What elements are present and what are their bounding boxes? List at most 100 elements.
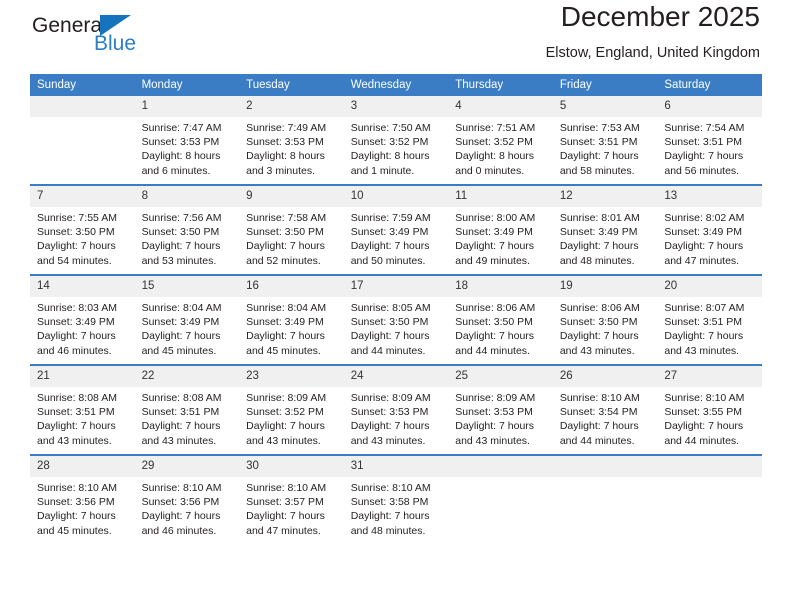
- day-number: 3: [343, 96, 449, 117]
- sunrise-text: Sunrise: 8:10 AM: [350, 482, 431, 494]
- daylight-text: Daylight: 7 hours and 43 minutes.: [37, 420, 116, 447]
- calendar-day-cell-18[interactable]: 18 Sunrise: 8:06 AM Sunset: 3:50 PM Dayligh…: [448, 274, 553, 365]
- page-title: December 2025: [560, 1, 760, 32]
- sunrise-text: Sunrise: 8:01 AM: [559, 212, 640, 224]
- calendar-day-cell-13[interactable]: 13 Sunrise: 8:02 AM Sunset: 3:49 PM Dayligh…: [657, 184, 762, 275]
- calendar-day-cell-27[interactable]: 27 Sunrise: 8:10 AM Sunset: 3:55 PM Dayligh…: [657, 364, 762, 455]
- calendar-week-row: 14 Sunrise: 8:03 AM Sunset: 3:49 PM Dayligh…: [30, 274, 762, 365]
- sunrise-text: Sunrise: 8:02 AM: [664, 212, 745, 224]
- sunrise-text: Sunrise: 7:58 AM: [246, 212, 327, 224]
- sunset-text: Sunset: 3:49 PM: [246, 316, 324, 329]
- daylight-text: Daylight: 7 hours and 43 minutes.: [664, 330, 744, 357]
- day-number: [657, 456, 762, 477]
- calendar-day-cell-7[interactable]: 7 Sunrise: 7:55 AM Sunset: 3:50 PM Daylight…: [30, 184, 135, 275]
- calendar-day-cell-28[interactable]: 28 Sunrise: 8:10 AM Sunset: 3:56 PM Dayligh…: [30, 454, 135, 544]
- day-details: Sunrise: 8:10 AM Sunset: 3:58 PM Daylight:…: [344, 477, 449, 538]
- sunrise-text: Sunrise: 8:04 AM: [246, 302, 327, 314]
- day-details: Sunrise: 8:05 AM Sunset: 3:50 PM Daylight:…: [344, 297, 449, 358]
- day-number: 29: [134, 456, 240, 477]
- calendar-day-cell-31[interactable]: 31 Sunrise: 8:10 AM Sunset: 3:58 PM Dayligh…: [343, 454, 449, 544]
- calendar-day-cell-30[interactable]: 30 Sunrise: 8:10 AM Sunset: 3:57 PM Dayligh…: [239, 454, 344, 544]
- sunset-text: Sunset: 3:50 PM: [246, 226, 324, 239]
- day-number: [552, 456, 658, 477]
- sunset-text: Sunset: 3:51 PM: [141, 406, 220, 419]
- day-number: [448, 456, 553, 477]
- daylight-text: Daylight: 7 hours and 45 minutes.: [37, 510, 116, 537]
- calendar-day-cell-14[interactable]: 14 Sunrise: 8:03 AM Sunset: 3:49 PM Dayligh…: [30, 274, 135, 365]
- sunrise-text: Sunrise: 8:09 AM: [455, 392, 536, 404]
- daylight-text: Daylight: 7 hours and 49 minutes.: [455, 240, 535, 267]
- sunrise-text: Sunrise: 8:06 AM: [455, 302, 536, 314]
- day-number: 26: [552, 366, 658, 387]
- calendar-day-cell-22[interactable]: 22 Sunrise: 8:08 AM Sunset: 3:51 PM Dayligh…: [134, 364, 240, 455]
- calendar-day-cell-1[interactable]: 1 Sunrise: 7:47 AM Sunset: 3:53 PM Daylight…: [134, 96, 240, 185]
- sunrise-text: Sunrise: 7:54 AM: [664, 122, 745, 134]
- day-details: Sunrise: 8:04 AM Sunset: 3:49 PM Daylight:…: [239, 297, 344, 358]
- calendar-day-cell-29[interactable]: 29 Sunrise: 8:10 AM Sunset: 3:56 PM Dayligh…: [134, 454, 240, 544]
- daylight-text: Daylight: 7 hours and 45 minutes.: [141, 330, 221, 357]
- calendar-day-cell-4[interactable]: 4 Sunrise: 7:51 AM Sunset: 3:52 PM Daylight…: [448, 96, 553, 185]
- calendar-day-cell-5[interactable]: 5 Sunrise: 7:53 AM Sunset: 3:51 PM Daylight…: [552, 96, 658, 185]
- sunrise-text: Sunrise: 7:50 AM: [350, 122, 431, 134]
- day-details: Sunrise: 8:08 AM Sunset: 3:51 PM Daylight:…: [30, 387, 135, 448]
- sunrise-text: Sunrise: 8:05 AM: [350, 302, 431, 314]
- daylight-text: Daylight: 7 hours and 46 minutes.: [141, 510, 221, 537]
- day-details: Sunrise: 7:47 AM Sunset: 3:53 PM Daylight:…: [135, 117, 240, 178]
- calendar-day-cell-9[interactable]: 9 Sunrise: 7:58 AM Sunset: 3:50 PM Daylight…: [239, 184, 344, 275]
- day-number: [30, 96, 135, 117]
- weekday-header-sunday: Sunday: [30, 74, 135, 96]
- sunset-text: Sunset: 3:51 PM: [37, 406, 115, 419]
- calendar-day-cell-26[interactable]: 26 Sunrise: 8:10 AM Sunset: 3:54 PM Dayligh…: [552, 364, 658, 455]
- daylight-text: Daylight: 7 hours and 52 minutes.: [246, 240, 325, 267]
- calendar-grid: Sunday Monday Tuesday Wednesday Thursday Frid…: [30, 74, 762, 544]
- calendar-day-cell-3[interactable]: 3 Sunrise: 7:50 AM Sunset: 3:52 PM Daylight…: [343, 96, 449, 185]
- sunrise-text: Sunrise: 7:49 AM: [246, 122, 327, 134]
- daylight-text: Daylight: 7 hours and 58 minutes.: [559, 150, 639, 177]
- day-number: 17: [343, 276, 449, 297]
- daylight-text: Daylight: 7 hours and 44 minutes.: [455, 330, 535, 357]
- calendar-day-cell-21[interactable]: 21 Sunrise: 8:08 AM Sunset: 3:51 PM Dayligh…: [30, 364, 135, 455]
- calendar-day-cell-20[interactable]: 20 Sunrise: 8:07 AM Sunset: 3:51 PM Dayligh…: [657, 274, 762, 365]
- calendar-day-cell-8[interactable]: 8 Sunrise: 7:56 AM Sunset: 3:50 PM Daylight…: [134, 184, 240, 275]
- daylight-text: Daylight: 7 hours and 48 minutes.: [350, 510, 430, 537]
- sunset-text: Sunset: 3:53 PM: [350, 406, 429, 419]
- daylight-text: Daylight: 7 hours and 43 minutes.: [350, 420, 430, 447]
- calendar-day-cell-6[interactable]: 6 Sunrise: 7:54 AM Sunset: 3:51 PM Daylight…: [657, 96, 762, 185]
- calendar-week-row: 28 Sunrise: 8:10 AM Sunset: 3:56 PM Dayligh…: [30, 454, 762, 544]
- calendar-day-cell-12[interactable]: 12 Sunrise: 8:01 AM Sunset: 3:49 PM Dayligh…: [552, 184, 658, 275]
- day-details: Sunrise: 8:08 AM Sunset: 3:51 PM Daylight:…: [135, 387, 240, 448]
- day-details: Sunrise: 8:06 AM Sunset: 3:50 PM Daylight:…: [553, 297, 658, 358]
- calendar-day-cell-16[interactable]: 16 Sunrise: 8:04 AM Sunset: 3:49 PM Dayligh…: [239, 274, 344, 365]
- calendar-body: 1 Sunrise: 7:47 AM Sunset: 3:53 PM Daylight…: [30, 96, 762, 544]
- day-number: 21: [30, 366, 135, 387]
- calendar-day-cell-23[interactable]: 23 Sunrise: 8:09 AM Sunset: 3:52 PM Dayligh…: [239, 364, 344, 455]
- calendar-page: General Blue December 2025 Elstow, Engla…: [0, 0, 792, 612]
- sunset-text: Sunset: 3:49 PM: [141, 316, 220, 329]
- calendar-week-row: 1 Sunrise: 7:47 AM Sunset: 3:53 PM Daylight…: [30, 96, 762, 185]
- calendar-day-cell-empty: [657, 454, 762, 544]
- daylight-text: Daylight: 7 hours and 47 minutes.: [246, 510, 325, 537]
- sunset-text: Sunset: 3:55 PM: [664, 406, 743, 419]
- calendar-day-cell-2[interactable]: 2 Sunrise: 7:49 AM Sunset: 3:53 PM Daylight…: [239, 96, 344, 185]
- sunset-text: Sunset: 3:54 PM: [559, 406, 638, 419]
- day-details: Sunrise: 8:00 AM Sunset: 3:49 PM Daylight:…: [448, 207, 553, 268]
- sunset-text: Sunset: 3:53 PM: [455, 406, 533, 419]
- daylight-text: Daylight: 7 hours and 43 minutes.: [559, 330, 639, 357]
- page-subtitle: Elstow, England, United Kingdom: [545, 45, 760, 61]
- general-blue-logo[interactable]: General Blue: [32, 8, 212, 64]
- sunset-text: Sunset: 3:50 PM: [141, 226, 220, 239]
- weekday-header-tuesday: Tuesday: [239, 74, 344, 96]
- calendar-day-cell-15[interactable]: 15 Sunrise: 8:04 AM Sunset: 3:49 PM Dayligh…: [134, 274, 240, 365]
- calendar-day-cell-25[interactable]: 25 Sunrise: 8:09 AM Sunset: 3:53 PM Dayligh…: [448, 364, 553, 455]
- calendar-day-cell-11[interactable]: 11 Sunrise: 8:00 AM Sunset: 3:49 PM Dayligh…: [448, 184, 553, 275]
- sunrise-text: Sunrise: 8:08 AM: [141, 392, 222, 404]
- day-number: 11: [448, 186, 553, 207]
- page-header: General Blue December 2025 Elstow, Engla…: [30, 0, 762, 74]
- calendar-day-cell-19[interactable]: 19 Sunrise: 8:06 AM Sunset: 3:50 PM Dayligh…: [552, 274, 658, 365]
- day-number: 22: [134, 366, 240, 387]
- calendar-day-cell-24[interactable]: 24 Sunrise: 8:09 AM Sunset: 3:53 PM Dayligh…: [343, 364, 449, 455]
- day-number: 31: [343, 456, 449, 477]
- calendar-header-row: Sunday Monday Tuesday Wednesday Thursday Frid…: [30, 74, 762, 96]
- calendar-day-cell-17[interactable]: 17 Sunrise: 8:05 AM Sunset: 3:50 PM Dayligh…: [343, 274, 449, 365]
- calendar-day-cell-10[interactable]: 10 Sunrise: 7:59 AM Sunset: 3:49 PM Dayligh…: [343, 184, 449, 275]
